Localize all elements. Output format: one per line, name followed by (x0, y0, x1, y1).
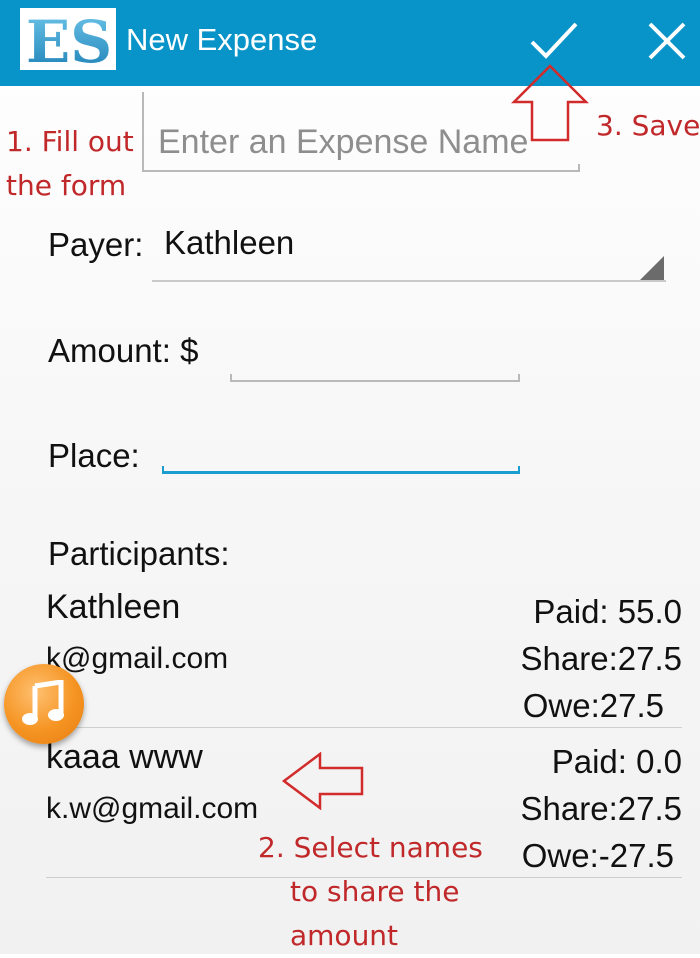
annotation-save: 3. Save (596, 109, 700, 142)
participant-paid: Paid: 0.0 (551, 743, 682, 780)
participant-name: Kathleen (46, 588, 181, 626)
expense-name-left-edge (142, 92, 144, 172)
participants-label: Participants: (48, 535, 230, 572)
check-icon (530, 22, 578, 59)
expense-name-underline (142, 164, 580, 172)
close-button[interactable] (646, 20, 688, 62)
dropdown-caret-icon (640, 256, 664, 280)
participant-share: Share:27.5 (520, 640, 682, 677)
amount-input[interactable] (232, 330, 516, 374)
participant-owe: Owe:-27.5 (521, 837, 674, 874)
payer-label: Payer: (48, 226, 144, 263)
participant-stats: Paid: 0.0 Share:27.5 Owe:-27.5 (521, 738, 682, 879)
amount-underline (230, 374, 520, 382)
app-bar: ES New Expense (0, 0, 700, 86)
row-divider (46, 727, 682, 728)
participant-email: k.w@gmail.com (46, 792, 259, 825)
page-title: New Expense (126, 22, 318, 57)
place-input[interactable] (164, 432, 518, 472)
participant-owe: Owe:27.5 (522, 687, 664, 724)
participant-paid: Paid: 55.0 (533, 593, 682, 630)
annotation-select-names: 2. Select names to share the amount (258, 831, 483, 952)
save-button[interactable] (528, 18, 580, 66)
app-logo: ES (20, 8, 116, 70)
music-note-icon (22, 680, 64, 725)
amount-label: Amount: $ (48, 332, 199, 369)
participant-name: kaaa www (46, 738, 203, 776)
annotation-fill-form: 1. Fill out the form (6, 125, 134, 202)
svg-text:ES: ES (26, 8, 112, 70)
participant-email: k@gmail.com (46, 642, 229, 675)
payer-selected-value: Kathleen (164, 224, 295, 261)
place-underline (162, 466, 520, 474)
floating-music-button[interactable] (4, 664, 84, 744)
payer-dropdown[interactable]: Kathleen (152, 220, 666, 284)
participant-row[interactable]: Kathleen k@gmail.com Paid: 55.0 Share:27… (46, 588, 682, 736)
annotation-arrow-left-icon (282, 752, 364, 810)
place-label: Place: (48, 437, 140, 474)
expense-name-input[interactable] (158, 118, 578, 166)
participant-share: Share:27.5 (520, 790, 682, 827)
participant-stats: Paid: 55.0 Share:27.5 Owe:27.5 (521, 588, 682, 729)
close-icon (648, 22, 686, 60)
